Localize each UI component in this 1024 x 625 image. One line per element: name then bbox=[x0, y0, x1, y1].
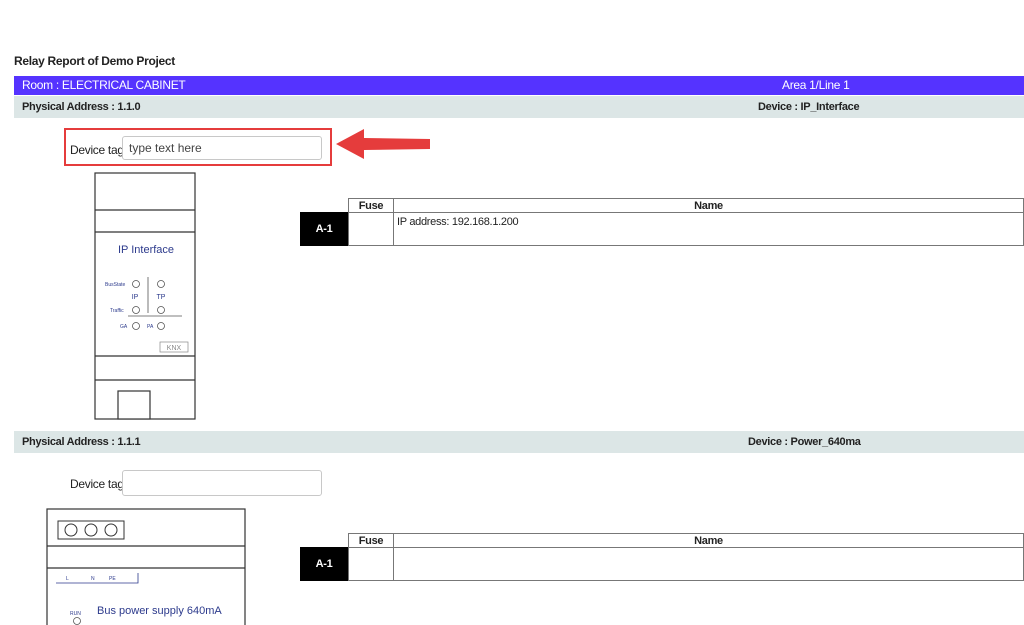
power-supply-device-image: L N PE RUN Bus power supply 640mA bbox=[46, 508, 246, 625]
physical-address: Physical Address : 1.1.0 bbox=[22, 101, 141, 113]
label-ga: GA bbox=[120, 324, 128, 330]
col-name: Name bbox=[393, 533, 1024, 548]
device-name: Device : IP_Interface bbox=[758, 101, 860, 113]
device-tag-row-2: Device tag: bbox=[70, 470, 330, 496]
device-header-2: Physical Address : 1.1.1 Device : Power_… bbox=[14, 431, 1024, 453]
device-tag-label: Device tag: bbox=[70, 477, 127, 491]
label-traffic: Traffic bbox=[110, 308, 124, 314]
room-label: Room : ELECTRICAL CABINET bbox=[22, 78, 186, 92]
col-fuse: Fuse bbox=[348, 533, 394, 548]
highlight-box bbox=[64, 128, 332, 166]
label-pa: PA bbox=[147, 324, 154, 330]
ip-interface-device-image: IP Interface BusState IP TP Traffic GA P… bbox=[94, 172, 196, 420]
label-l: L bbox=[66, 576, 69, 582]
name-cell bbox=[393, 547, 1024, 581]
fuse-cell bbox=[348, 547, 394, 581]
report-title: Relay Report of Demo Project bbox=[14, 54, 175, 68]
device-header-1: Physical Address : 1.1.0 Device : IP_Int… bbox=[14, 96, 1024, 118]
image-title: IP Interface bbox=[118, 244, 174, 256]
row-label: A-1 bbox=[300, 547, 348, 581]
fuse-table-1: Fuse Name A-1 IP address: 192.168.1.200 bbox=[300, 198, 1024, 248]
label-tp: TP bbox=[157, 294, 166, 301]
label-run: RUN bbox=[70, 611, 81, 617]
col-fuse: Fuse bbox=[348, 198, 394, 213]
label-ip: IP bbox=[132, 294, 139, 301]
fuse-table-2: Fuse Name A-1 bbox=[300, 533, 1024, 583]
fuse-cell bbox=[348, 212, 394, 246]
col-name: Name bbox=[393, 198, 1024, 213]
area-label: Area 1/Line 1 bbox=[782, 78, 850, 92]
name-cell: IP address: 192.168.1.200 bbox=[393, 212, 1024, 246]
image-title: Bus power supply 640mA bbox=[97, 605, 222, 617]
device-tag-input[interactable] bbox=[122, 470, 322, 496]
label-pe: PE bbox=[109, 576, 116, 582]
device-name: Device : Power_640ma bbox=[748, 436, 861, 448]
red-arrow-icon bbox=[336, 129, 430, 159]
physical-address: Physical Address : 1.1.1 bbox=[22, 436, 141, 448]
row-label: A-1 bbox=[300, 212, 348, 246]
knx-logo: KNX bbox=[167, 345, 182, 352]
room-bar: Room : ELECTRICAL CABINET Area 1/Line 1 bbox=[14, 76, 1024, 95]
label-busstate: BusState bbox=[105, 282, 126, 288]
label-n: N bbox=[91, 576, 95, 582]
